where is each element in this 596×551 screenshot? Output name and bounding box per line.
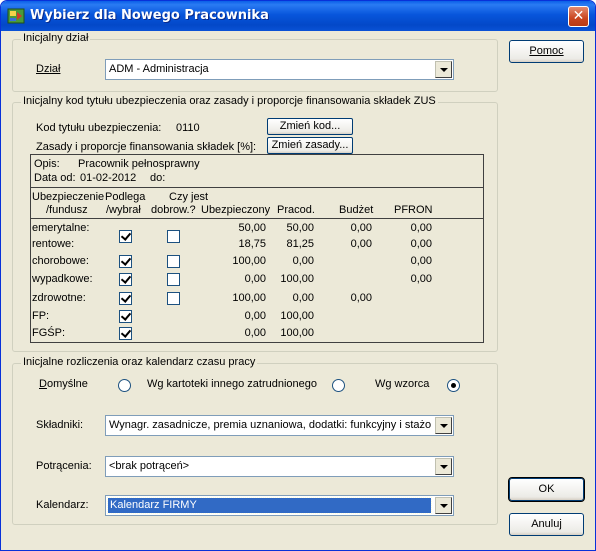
chevron-down-icon[interactable]: [435, 497, 452, 514]
row-fund-name: emerytalne:: [32, 222, 90, 234]
help-button[interactable]: Pomoc: [509, 40, 584, 63]
change-rules-button-label: Zmień zasady...: [271, 139, 349, 151]
deductions-select-value: <brak potrąceń>: [109, 460, 190, 472]
radio-template[interactable]: [447, 379, 460, 392]
header-voluntary-line2: dobrow.?: [151, 204, 196, 216]
cancel-button[interactable]: Anuluj: [509, 513, 584, 536]
close-icon: ✕: [572, 8, 585, 24]
radio-template-label: Wg wzorca: [375, 378, 430, 390]
employer-value: 0,00: [292, 255, 314, 267]
subject-checkbox[interactable]: [119, 327, 132, 340]
components-label: Składniki:: [36, 419, 84, 431]
radio-other-employee[interactable]: [332, 379, 345, 392]
row-fund-name: chorobowe:: [32, 255, 89, 267]
header-fund-line1: Ubezpieczenie: [32, 191, 105, 203]
cancel-button-label: Anuluj: [531, 518, 562, 530]
components-select-value: Wynagr. zasadnicze, premia uznaniowa, do…: [109, 419, 431, 431]
help-button-label: Pomoc: [529, 45, 564, 57]
subject-checkbox[interactable]: [119, 310, 132, 323]
radio-default-label: Domyślne: [39, 378, 88, 390]
header-subject-line2: /wybrał: [106, 204, 141, 216]
ok-button[interactable]: OK: [508, 477, 585, 502]
deductions-select[interactable]: <brak potrąceń>: [105, 456, 454, 477]
department-select[interactable]: ADM - Administracja: [105, 59, 454, 80]
header-pfron: PFRON: [394, 204, 433, 216]
department-select-value: ADM - Administracja: [109, 63, 209, 75]
financing-rules-label: Zasady i proporcje finansowania składek …: [36, 141, 257, 153]
row-fund-name: wypadkowe:: [32, 273, 93, 285]
settlements-group-legend: Inicjalne rozliczenia oraz kalendarz cza…: [21, 356, 258, 368]
header-employer: Pracod.: [277, 204, 315, 216]
dialog-window: Wybierz dla Nowego Pracownika ✕ Pomoc OK…: [0, 0, 596, 551]
department-group-legend: Inicjalny dział: [21, 32, 91, 44]
voluntary-checkbox[interactable]: [167, 292, 180, 305]
chevron-down-icon[interactable]: [435, 458, 452, 475]
row-fund-name: zdrowotne:: [32, 292, 86, 304]
date-to-label: do:: [150, 172, 166, 184]
header-subject-line1: Podlega: [105, 191, 146, 203]
zus-group-legend: Inicjalny kod tytułu ubezpieczenia oraz …: [21, 95, 438, 107]
budget-value: 0,00: [350, 238, 372, 250]
budget-value: 0,00: [350, 222, 372, 234]
change-rules-button[interactable]: Zmień zasady...: [267, 137, 353, 154]
chevron-down-icon[interactable]: [435, 417, 452, 434]
budget-value: 0,00: [350, 292, 372, 304]
header-divider: [31, 218, 483, 219]
chevron-down-icon[interactable]: [435, 61, 452, 78]
row-fund-name: FGŚP:: [32, 327, 66, 339]
close-button[interactable]: ✕: [568, 6, 589, 27]
voluntary-checkbox[interactable]: [167, 230, 180, 243]
calendar-select[interactable]: Kalendarz FIRMY: [105, 495, 454, 516]
pfron-value: 0,00: [410, 222, 432, 234]
app-icon: [7, 8, 25, 24]
insurance-code-label: Kod tytułu ubezpieczenia:: [36, 122, 162, 134]
deductions-label: Potrącenia:: [36, 460, 92, 472]
subject-checkbox[interactable]: [119, 230, 132, 243]
row-fund-name: rentowe:: [32, 238, 75, 250]
table-divider: [31, 187, 483, 188]
voluntary-checkbox[interactable]: [167, 273, 180, 286]
ok-button-label: OK: [538, 483, 555, 495]
insurance-code-value: 0110: [176, 122, 200, 134]
window-title: Wybierz dla Nowego Pracownika: [30, 8, 269, 23]
row-fund-name: FP:: [32, 310, 50, 322]
subject-checkbox[interactable]: [119, 273, 132, 286]
header-budget: Budżet: [339, 204, 374, 216]
calendar-select-value: Kalendarz FIRMY: [107, 497, 432, 514]
title-bar[interactable]: Wybierz dla Nowego Pracownika ✕: [1, 1, 595, 31]
date-from-value: 01-02-2012: [80, 172, 137, 184]
subject-checkbox[interactable]: [119, 292, 132, 305]
employer-value: 100,00: [280, 273, 314, 285]
description-label: Opis:: [34, 158, 60, 170]
calendar-label: Kalendarz:: [36, 499, 89, 511]
radio-default[interactable]: [118, 379, 131, 392]
employer-value: 81,25: [286, 238, 314, 250]
description-value: Pracownik pełnosprawny: [78, 158, 200, 170]
change-code-button[interactable]: Zmień kod...: [267, 118, 353, 135]
employer-value: 0,00: [292, 292, 314, 304]
voluntary-checkbox[interactable]: [167, 255, 180, 268]
pfron-value: 0,00: [410, 238, 432, 250]
contribution-table: Opis: Pracownik pełnosprawny Data od: 01…: [30, 154, 484, 343]
pfron-value: 0,00: [410, 255, 432, 267]
components-select[interactable]: Wynagr. zasadnicze, premia uznaniowa, do…: [105, 415, 454, 436]
employer-value: 50,00: [286, 222, 314, 234]
header-fund-line2: /fundusz: [46, 204, 88, 216]
header-voluntary-line1: Czy jest: [169, 191, 209, 203]
pfron-value: 0,00: [410, 273, 432, 285]
department-label: Dział: [36, 63, 61, 75]
header-insured: Ubezpieczony: [201, 204, 271, 216]
radio-other-employee-label: Wg kartoteki innego zatrudnionego: [147, 378, 317, 390]
subject-checkbox[interactable]: [119, 255, 132, 268]
employer-value: 100,00: [280, 310, 314, 322]
employer-value: 100,00: [280, 327, 314, 339]
change-code-button-label: Zmień kod...: [279, 120, 341, 132]
date-from-label: Data od:: [34, 172, 76, 184]
